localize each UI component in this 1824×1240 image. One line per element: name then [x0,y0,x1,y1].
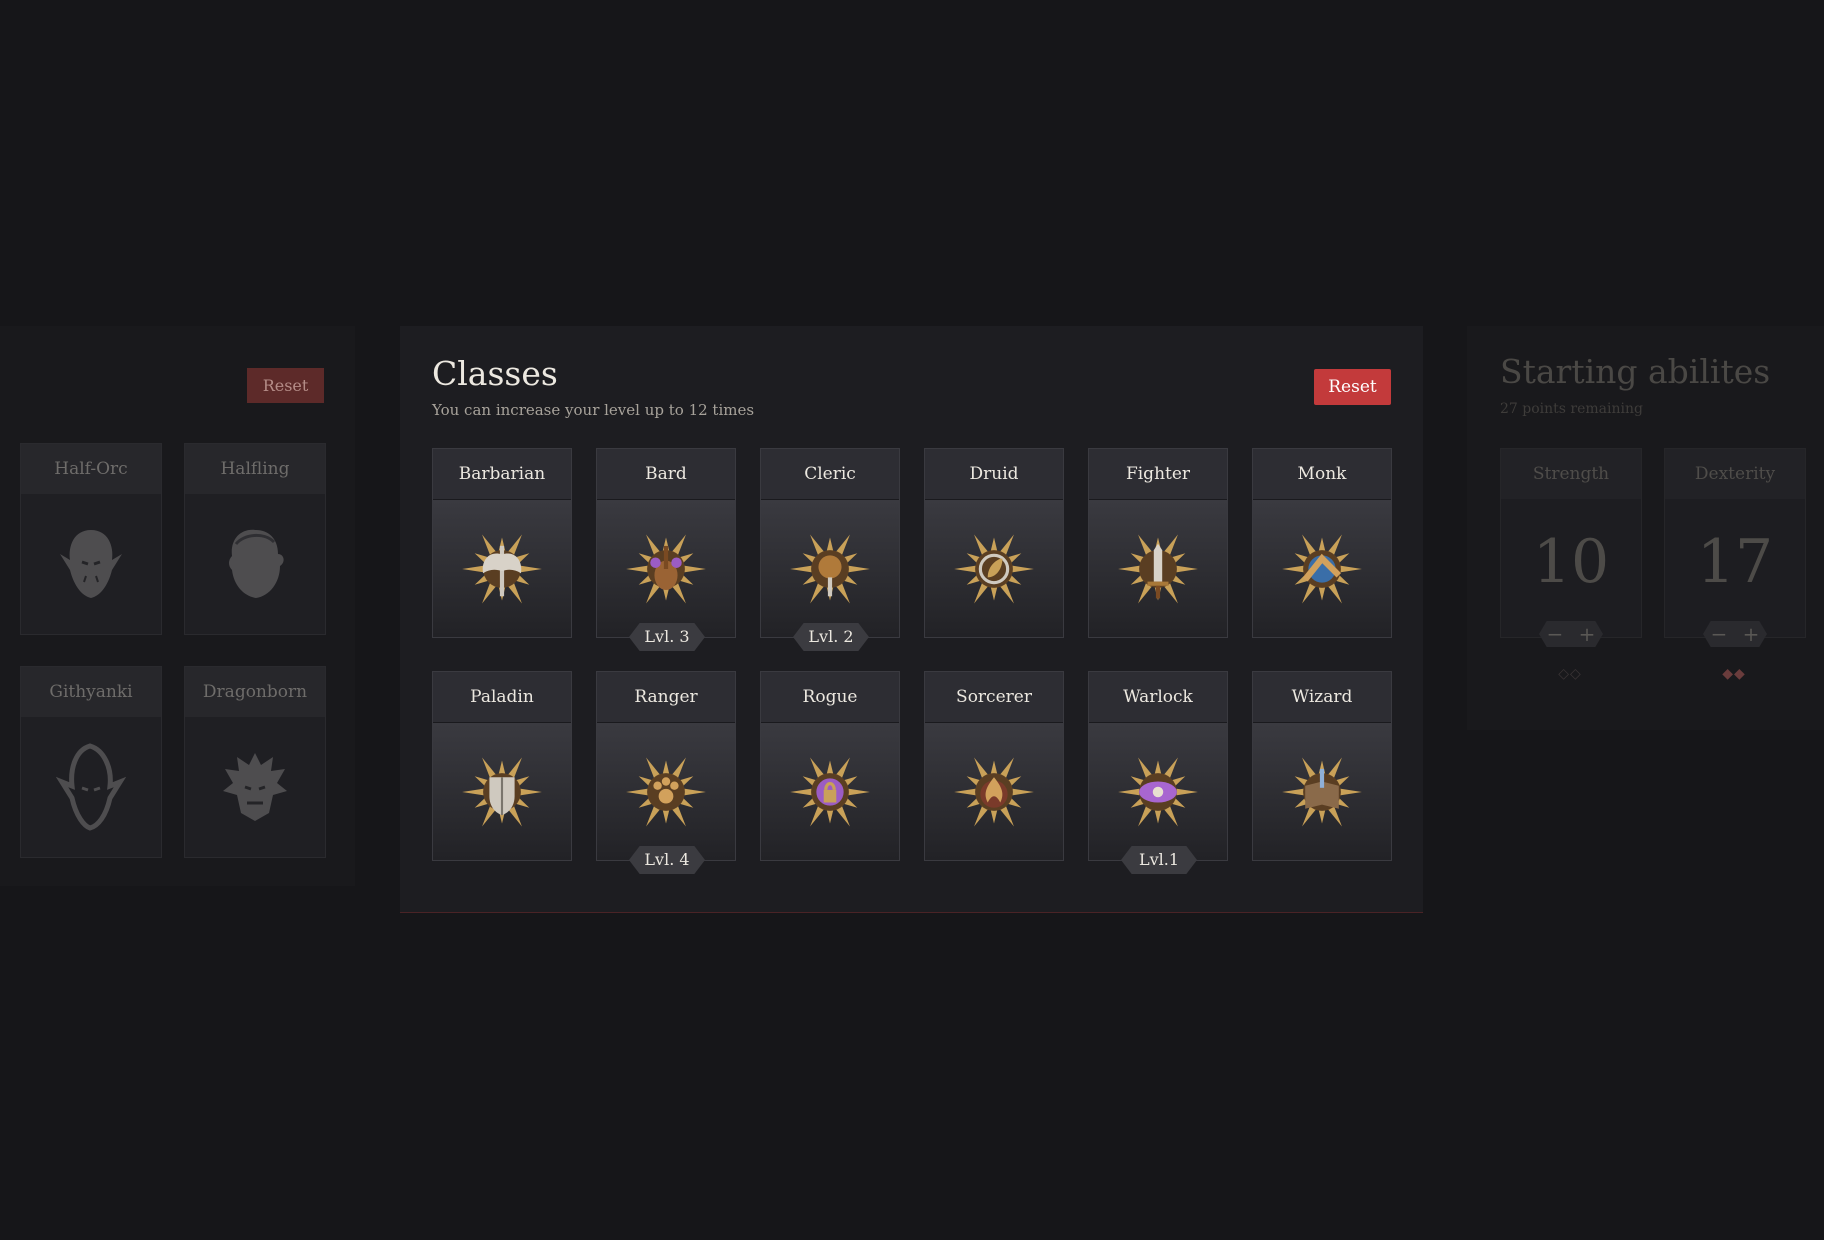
class-card-barbarian[interactable]: Barbarian [432,448,572,638]
sword-emblem-icon [1089,500,1227,637]
class-label: Rogue [761,672,899,723]
race-label: Half-Orc [21,444,161,494]
class-card-ranger[interactable]: Ranger Lvl. 4 [596,671,736,874]
leaf-emblem-icon [925,500,1063,637]
class-label: Sorcerer [925,672,1063,723]
class-card-druid[interactable]: Druid [924,448,1064,638]
class-card-bard[interactable]: Bard Lvl. 3 [596,448,736,651]
level-badge: Lvl. 2 [793,623,869,651]
ability-stepper[interactable]: − + [1539,621,1603,647]
class-label: Fighter [1089,449,1227,500]
eye-emblem-icon [1089,723,1227,860]
githyanki-icon [21,717,161,857]
mace-emblem-icon [761,500,899,637]
increase-button[interactable]: + [1579,622,1596,646]
level-badge: Lvl. 4 [629,846,705,874]
level-badge: Lvl.1 [1121,846,1197,874]
decrease-button[interactable]: − [1547,622,1564,646]
shield-emblem-icon [433,723,571,860]
ability-label: Dexterity [1665,449,1805,499]
class-label: Wizard [1253,672,1391,723]
race-label: Githyanki [21,667,161,717]
abilities-title: Starting abilites [1500,352,1771,391]
class-label: Ranger [597,672,735,723]
ability-value: 17 [1696,527,1774,597]
class-label: Paladin [433,672,571,723]
class-label: Warlock [1089,672,1227,723]
page-subtitle: You can increase your level up to 12 tim… [432,401,755,419]
paw-emblem-icon [597,723,735,860]
class-card-monk[interactable]: Monk [1252,448,1392,638]
tome-emblem-icon [1253,723,1391,860]
race-card-halfling[interactable]: Halfling [184,443,326,635]
lockpick-emblem-icon [761,723,899,860]
class-card-paladin[interactable]: Paladin [432,671,572,861]
increase-button[interactable]: + [1743,622,1760,646]
class-card-cleric[interactable]: Cleric Lvl. 2 [760,448,900,651]
ability-stepper[interactable]: − + [1703,621,1767,647]
class-card-warlock[interactable]: Warlock Lvl.1 [1088,671,1228,874]
decrease-button[interactable]: − [1711,622,1728,646]
ability-label: Strength [1501,449,1641,499]
class-card-wizard[interactable]: Wizard [1252,671,1392,861]
race-label: Dragonborn [185,667,325,717]
class-grid: Barbarian Bard Lvl. 3 Cleric Lvl. 2 Drui… [432,448,1392,874]
ability-pips: ◆◆ [1722,666,1746,682]
halfling-icon [185,494,325,634]
reset-button[interactable]: Reset [1314,369,1391,405]
ability-card-dexterity: Dexterity 17 − + [1664,448,1806,647]
class-label: Druid [925,449,1063,500]
level-badge: Lvl. 3 [629,623,705,651]
lute-emblem-icon [597,500,735,637]
class-label: Bard [597,449,735,500]
class-card-fighter[interactable]: Fighter [1088,448,1228,638]
ability-card-strength: Strength 10 − + [1500,448,1642,647]
class-label: Barbarian [433,449,571,500]
class-label: Monk [1253,449,1391,500]
race-card-dragonborn[interactable]: Dragonborn [184,666,326,858]
class-card-rogue[interactable]: Rogue [760,671,900,861]
race-card-githyanki[interactable]: Githyanki [20,666,162,858]
race-card-half-orc[interactable]: Half-Orc [20,443,162,635]
race-reset-button[interactable]: Reset [247,368,324,403]
fist-emblem-icon [1253,500,1391,637]
points-remaining: 27 points remaining [1500,401,1643,417]
axe-emblem-icon [433,500,571,637]
dragonborn-icon [185,717,325,857]
class-card-sorcerer[interactable]: Sorcerer [924,671,1064,861]
ability-pips: ◇◇ [1558,666,1582,682]
half-orc-icon [21,494,161,634]
race-label: Halfling [185,444,325,494]
classes-panel: Classes You can increase your level up t… [400,326,1423,913]
flame-emblem-icon [925,723,1063,860]
page-title: Classes [432,354,558,393]
ability-value: 10 [1532,527,1610,597]
class-label: Cleric [761,449,899,500]
